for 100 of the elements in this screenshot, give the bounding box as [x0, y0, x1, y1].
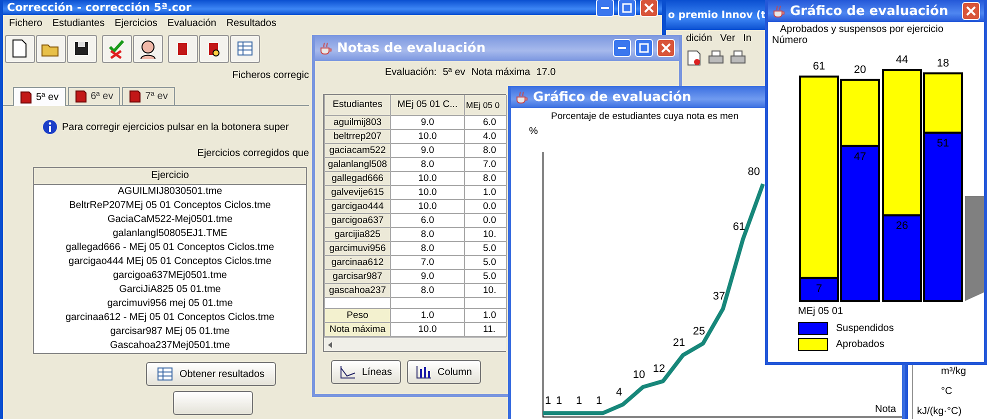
- data-label: 4: [616, 386, 622, 398]
- student-name-cell: garcigoa637: [325, 214, 391, 228]
- grade-cell: 0.0: [465, 214, 507, 228]
- value: 17.0: [536, 67, 556, 80]
- caption: Ejercicios corregidos que: [196, 147, 309, 161]
- toolbar-button[interactable]: [230, 35, 260, 63]
- close-button[interactable]: [640, 0, 658, 16]
- student-name-cell: garcijia825: [325, 228, 391, 242]
- maximize-icon: [622, 2, 632, 12]
- maximize-button[interactable]: [618, 0, 636, 16]
- chart-type-button[interactable]: Column: [407, 360, 481, 384]
- info-icon: [43, 120, 57, 134]
- menu-item[interactable]: dición: [686, 33, 712, 44]
- grade-cell: 10.: [465, 228, 507, 242]
- coffee-cup-icon: [515, 90, 529, 104]
- data-label: 1: [596, 395, 602, 408]
- minimize-button[interactable]: [613, 39, 631, 57]
- minimize-icon: [601, 6, 609, 8]
- grade-cell: 9.0: [391, 116, 465, 130]
- tab[interactable]: 5ª ev: [13, 87, 66, 106]
- tab[interactable]: 7ª ev: [122, 87, 175, 105]
- maximize-icon: [639, 43, 649, 53]
- list-item[interactable]: GaciaCaM522-Mej0501.tme: [34, 213, 306, 227]
- column-header[interactable]: Estudiantes: [325, 95, 391, 116]
- summary-cell: 11.: [465, 323, 507, 337]
- data-label: 25: [692, 326, 706, 338]
- close-icon: [966, 6, 976, 16]
- menu-item[interactable]: Fichero: [9, 18, 42, 29]
- document-icon: [20, 90, 32, 104]
- close-icon: [661, 43, 671, 53]
- summary-label-cell: Peso: [325, 309, 391, 323]
- axis-label: %: [529, 126, 538, 137]
- list-item[interactable]: AGUILMIJ8030501.tme: [34, 185, 306, 199]
- menu-item[interactable]: In: [743, 33, 752, 44]
- list-item[interactable]: BeltrReP207MEj 05 01 Conceptos Ciclos.tme: [34, 199, 306, 213]
- grade-cell: 0.0: [465, 200, 507, 214]
- printer-icon[interactable]: [730, 50, 746, 66]
- printer-icon[interactable]: [708, 50, 724, 66]
- chart-type-button[interactable]: Líneas: [331, 360, 401, 384]
- data-label: 61: [812, 60, 826, 73]
- menu-item[interactable]: Estudiantes: [52, 18, 105, 29]
- data-label: 21: [672, 337, 686, 350]
- list-item[interactable]: galanlangl50805EJ1.TME: [34, 227, 306, 241]
- list-item[interactable]: garcigao444 MEj 05 01 Conceptos Ciclos.tme: [34, 255, 306, 269]
- tab[interactable]: 6ª ev: [68, 87, 120, 105]
- close-button[interactable]: [962, 2, 980, 20]
- column-header: Ejercicio: [34, 168, 306, 185]
- legend-label: Suspendidos: [836, 323, 894, 334]
- list-item[interactable]: garcinaa612 - MEj 05 01 Conceptos Ciclos.tme: [34, 311, 306, 325]
- list-item[interactable]: garcisar987 MEj 05 01.tme: [34, 325, 306, 339]
- menu-item[interactable]: Resultados: [226, 18, 276, 29]
- results-button[interactable]: Obtener resultados: [146, 362, 276, 386]
- value: 5ª ev: [442, 67, 466, 80]
- toolbar-button[interactable]: [36, 35, 66, 63]
- menu-item[interactable]: Evaluación: [167, 18, 216, 29]
- list-item[interactable]: garcigoa637MEj0501.tme: [34, 269, 306, 283]
- minimize-button[interactable]: [596, 0, 614, 16]
- chart-title: Aprobados y suspensos por ejercicio: [779, 23, 944, 35]
- minimize-icon: [618, 47, 626, 49]
- student-name-cell: aguilmij803: [325, 116, 391, 130]
- close-button[interactable]: [657, 39, 675, 57]
- grade-cell: 8.0: [465, 172, 507, 186]
- data-label: 7: [816, 282, 822, 295]
- document-icon[interactable]: [686, 50, 702, 66]
- list-item[interactable]: garcimuvi956 mej 05 01.tme: [34, 297, 306, 311]
- list-item[interactable]: GarciJiA825 05 01.tme: [34, 283, 306, 297]
- button[interactable]: [173, 391, 253, 415]
- list-item[interactable]: gallegad666 - MEj 05 01 Conceptos Ciclos.tme: [34, 241, 306, 255]
- maximize-button[interactable]: [635, 39, 653, 57]
- data-label: 18: [936, 57, 950, 70]
- data-label: 37: [712, 290, 726, 303]
- student-name-cell: garcigao444: [325, 200, 391, 214]
- coffee-cup-icon: [772, 4, 786, 18]
- grade-cell: 5.0: [465, 256, 507, 270]
- toolbar-button[interactable]: [67, 35, 97, 63]
- unit-cell: kJ/(kg·°C): [912, 402, 987, 419]
- data-label: 61: [732, 221, 746, 234]
- grade-cell: 10.0: [391, 186, 465, 200]
- column-header[interactable]: MEj 05 0: [465, 95, 507, 116]
- bar-chart-icon: [416, 365, 432, 379]
- grade-cell: 10.: [465, 284, 507, 298]
- grade-cell: 8.0: [391, 158, 465, 172]
- grade-cell: 8.0: [391, 242, 465, 256]
- column-header[interactable]: MEj 05 01 C...: [391, 95, 465, 116]
- axis-label: Número: [771, 35, 808, 46]
- student-name-cell: gascahoa237: [325, 284, 391, 298]
- label: Nota máxima: [471, 67, 530, 80]
- toolbar-button[interactable]: [133, 35, 163, 63]
- menu-item[interactable]: Ver: [720, 33, 736, 44]
- menu-item[interactable]: Ejercicios: [114, 18, 158, 29]
- toolbar-button[interactable]: [5, 35, 35, 63]
- table-icon: [157, 367, 174, 381]
- coffee-cup-icon: [319, 41, 333, 55]
- close-icon: [644, 2, 654, 12]
- label: Evaluación:: [385, 67, 437, 80]
- data-label: 44: [896, 54, 908, 66]
- list-item[interactable]: Gascahoa237Mej0501.tme: [34, 339, 306, 353]
- toolbar-button[interactable]: [199, 35, 229, 63]
- scrollbar[interactable]: [324, 337, 506, 351]
- data-label: 80: [748, 166, 760, 178]
